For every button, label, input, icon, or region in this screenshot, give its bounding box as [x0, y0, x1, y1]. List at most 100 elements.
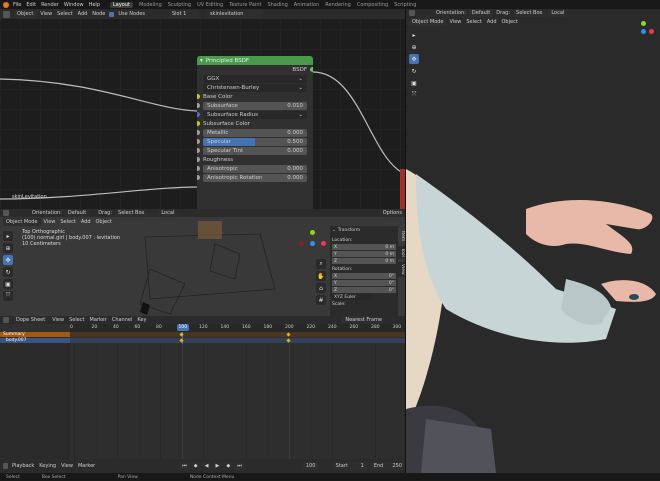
gizmo-y-icon[interactable] — [641, 21, 646, 26]
menu-edit[interactable]: Edit — [26, 2, 36, 8]
gizmo-z-icon[interactable] — [310, 241, 315, 246]
menu-select[interactable]: Select — [69, 317, 84, 323]
rotation-x-field[interactable]: X 0° — [332, 273, 396, 279]
menu-keying[interactable]: Keying — [39, 463, 56, 469]
tab-scripting[interactable]: Scripting — [394, 2, 416, 8]
menu-marker[interactable]: Marker — [90, 317, 107, 323]
location-y-field[interactable]: Y 0 m — [332, 251, 396, 257]
base-color-row: Base Color — [197, 92, 313, 101]
menu-view[interactable]: View — [52, 317, 64, 323]
menu-view[interactable]: View — [61, 463, 73, 469]
navigation-gizmo[interactable] — [298, 229, 328, 259]
frame-ruler[interactable]: 0 20 40 60 80 100 120 140 160 180 200 220 240 260 280 3… — [70, 324, 405, 332]
base-color-socket[interactable] — [197, 94, 200, 99]
blender-logo-icon[interactable] — [3, 1, 9, 8]
prev-key-icon[interactable]: ◆ — [190, 462, 201, 470]
tab-view[interactable]: View — [398, 262, 405, 277]
summary-track — [70, 332, 405, 337]
tab-texture-paint[interactable]: Texture Paint — [229, 2, 261, 8]
channel-summary[interactable]: Summary — [0, 332, 70, 337]
tab-shading[interactable]: Shading — [267, 2, 287, 8]
specular-tint-socket[interactable] — [197, 148, 200, 153]
anisotropic-field[interactable]: Anisotropic 0.000 — [203, 164, 307, 173]
output-row: BSDF — [197, 65, 313, 74]
anisotropic-socket[interactable] — [197, 166, 200, 171]
specular-tint-row: Specular Tint 0.000 — [197, 146, 313, 155]
subsurface-color-socket[interactable] — [197, 121, 200, 126]
grid-icon[interactable]: # — [316, 295, 326, 305]
metallic-socket[interactable] — [197, 130, 200, 135]
jump-start-icon[interactable]: ⏮ — [179, 462, 190, 470]
anisotropic-rotation-socket[interactable] — [197, 175, 200, 180]
main-navigation-gizmo[interactable] — [631, 19, 656, 44]
gizmo-neg-x-icon[interactable] — [299, 241, 304, 246]
tab-sculpting[interactable]: Sculpting — [168, 2, 191, 8]
gizmo-x-icon[interactable] — [649, 29, 654, 34]
play-reverse-icon[interactable]: ◀ — [201, 462, 212, 470]
tab-rendering[interactable]: Rendering — [325, 2, 351, 8]
subsurface-radius-dropdown[interactable]: Subsurface Radius ⌄ — [203, 110, 307, 119]
collapse-icon[interactable]: ▾ — [200, 58, 203, 64]
rotation-y-field[interactable]: Y 0° — [332, 280, 396, 286]
menu-render[interactable]: Render — [41, 2, 59, 8]
channel-row[interactable]: body.007 — [0, 338, 70, 343]
node-header[interactable]: ▾ Principled BSDF — [197, 56, 313, 65]
menu-help[interactable]: Help — [89, 2, 100, 8]
specular-field[interactable]: Specular 0.500 — [203, 137, 307, 146]
chevron-down-icon: ⌄ — [298, 111, 303, 118]
metallic-field[interactable]: Metallic 0.000 — [203, 128, 307, 137]
zoom-icon[interactable]: ⌕ — [316, 259, 326, 269]
rotation-z-field[interactable]: Z 0° — [332, 287, 396, 293]
main-viewport[interactable]: Orientation: Default Drag: Select Box Lo… — [405, 9, 660, 473]
menu-playback[interactable]: Playback — [12, 463, 34, 469]
distribution-dropdown[interactable]: GGX ⌄ — [203, 74, 307, 83]
channel-track — [70, 338, 405, 343]
specular-tint-field[interactable]: Specular Tint 0.000 — [203, 146, 307, 155]
subsurface-radius-socket[interactable] — [197, 112, 200, 117]
tab-compositing[interactable]: Compositing — [357, 2, 388, 8]
camera-icon[interactable]: ⌂ — [316, 283, 326, 293]
menu-marker[interactable]: Marker — [78, 463, 95, 469]
dope-sheet-mode-select[interactable]: Dope Sheet — [13, 316, 49, 324]
subsurface-field[interactable]: Subsurface 0.010 — [203, 101, 307, 110]
options-button[interactable]: Options — [379, 209, 405, 217]
location-x-field[interactable]: X 0 m — [332, 244, 396, 250]
keyframe-area[interactable] — [70, 332, 405, 459]
tab-modeling[interactable]: Modeling — [139, 2, 162, 8]
menu-channel[interactable]: Channel — [112, 317, 133, 323]
pan-hand-icon[interactable]: ✋ — [316, 271, 326, 281]
tab-item[interactable]: Item — [398, 229, 405, 244]
menu-window[interactable]: Window — [64, 2, 84, 8]
menu-key[interactable]: Key — [137, 317, 146, 323]
jump-end-icon[interactable]: ⏭ — [234, 462, 245, 470]
start-field[interactable]: Start 1 — [332, 462, 367, 470]
end-field[interactable]: End 250 — [370, 462, 405, 470]
tab-uv-editing[interactable]: UV Editing — [197, 2, 223, 8]
current-frame-field[interactable]: 100 — [302, 462, 319, 470]
snap-select[interactable]: Nearest Frame — [342, 316, 385, 324]
specular-label: Specular — [207, 138, 232, 145]
transform-panel-header[interactable]: ⌄ Transform — [332, 228, 396, 233]
anisotropic-rotation-field[interactable]: Anisotropic Rotation 0.000 — [203, 173, 307, 182]
chevron-down-icon: ⌄ — [298, 84, 303, 91]
playhead-frame-badge[interactable]: 100 — [176, 324, 190, 331]
menu-file[interactable]: File — [13, 2, 21, 8]
specular-socket[interactable] — [197, 139, 200, 144]
tab-layout[interactable]: Layout — [110, 1, 133, 8]
gizmo-y-icon[interactable] — [310, 230, 315, 235]
principled-bsdf-node[interactable]: ▾ Principled BSDF BSDF GGX ⌄ Christensen-… — [197, 56, 313, 209]
bsdf-output-socket[interactable] — [310, 67, 313, 72]
subsurface-method-dropdown[interactable]: Christensen-Burley ⌄ — [203, 83, 307, 92]
editor-type-icon[interactable] — [3, 317, 9, 323]
gizmo-z-icon[interactable] — [641, 29, 646, 34]
next-key-icon[interactable]: ◆ — [223, 462, 234, 470]
location-z-field[interactable]: Z 0 m — [332, 258, 396, 264]
rotation-mode-select[interactable]: XYZ Euler — [332, 294, 372, 300]
play-icon[interactable]: ▶ — [212, 462, 223, 470]
tab-animation[interactable]: Animation — [294, 2, 320, 8]
timeline-type-icon[interactable] — [3, 463, 8, 469]
roughness-socket[interactable] — [197, 157, 200, 162]
gizmo-x-icon[interactable] — [321, 241, 326, 246]
subsurface-socket[interactable] — [197, 103, 200, 108]
tab-tool[interactable]: Tool — [398, 246, 405, 259]
